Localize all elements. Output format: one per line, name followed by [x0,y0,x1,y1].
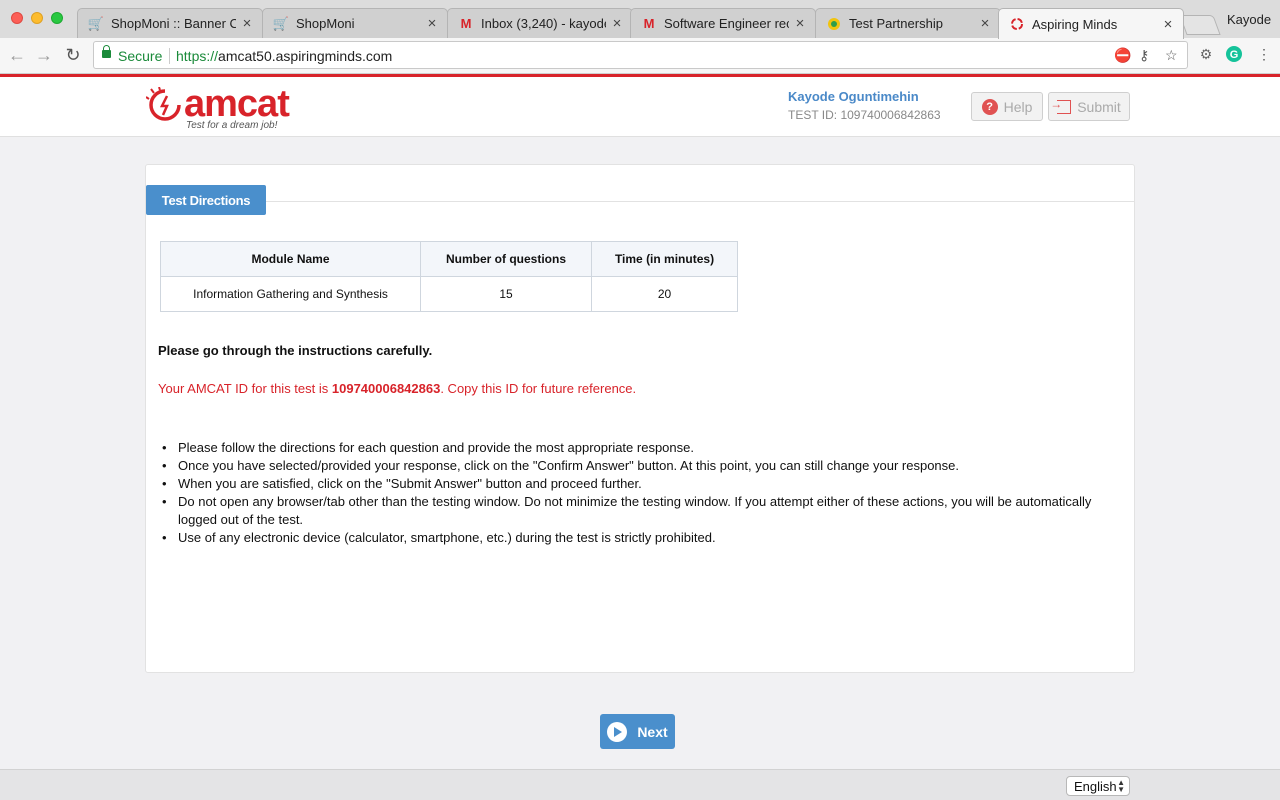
tab-title: Test Partnership [849,16,943,31]
logo-tagline: Test for a dream job! [186,120,278,131]
column-header: Time (in minutes) [591,241,738,277]
aspiring-minds-icon [1009,16,1025,32]
close-tab-icon[interactable]: × [240,15,254,32]
browser-tab[interactable]: 🛒 ShopMoni × [262,8,448,38]
amcat-logo-icon [146,87,181,121]
user-name: Kayode Oguntimehin [788,89,919,104]
browser-tab-bar: 🛒 ShopMoni :: Banner Cu × 🛒 ShopMoni × M… [0,0,1280,39]
question-count-cell: 15 [420,276,592,312]
amcat-id-prefix: Your AMCAT ID for this test is [158,381,332,396]
gmail-icon: M [460,16,472,31]
time-cell: 20 [591,276,738,312]
extension-gear-icon[interactable]: ⚙ [1197,45,1215,63]
tab-title: Inbox (3,240) - kayode [481,16,606,31]
back-arrow-icon[interactable]: ← [6,44,28,66]
test-id: TEST ID: 109740006842863 [788,108,941,122]
close-tab-icon[interactable]: × [425,15,439,32]
bookmark-star-icon[interactable]: ☆ [1165,47,1178,64]
cart-icon: 🛒 [87,15,105,31]
url-host: amcat50.aspiringminds.com [218,48,393,64]
list-item: When you are satisfied, click on the "Su… [162,475,1118,493]
column-header: Module Name [160,241,421,277]
forward-arrow-icon[interactable]: → [33,44,55,66]
tab-title: ShopMoni [296,16,355,31]
play-icon [607,721,628,742]
close-tab-icon[interactable]: × [1161,16,1175,33]
browser-tab[interactable]: 🛒 ShopMoni :: Banner Cu × [77,8,263,38]
browser-toolbar: ← → ↻ Secure https://amcat50.aspiringmin… [0,38,1280,74]
help-label: Help [1003,98,1033,115]
close-tab-icon[interactable]: × [978,15,992,32]
column-header: Number of questions [420,241,592,277]
test-directions-card: Test Directions Module Name Number of qu… [145,164,1135,673]
table-row: Information Gathering and Synthesis 15 2… [160,276,738,312]
close-window-button[interactable] [11,12,23,24]
new-tab-button[interactable] [1179,15,1221,35]
address-bar[interactable]: Secure https://amcat50.aspiringminds.com… [93,41,1188,69]
divider [169,48,170,64]
amcat-id-suffix: . Copy this ID for future reference. [440,381,637,396]
table-header-row: Module Name Number of questions Time (in… [160,241,738,277]
tab-test-directions[interactable]: Test Directions [146,185,266,215]
profile-name[interactable]: Kayode [1227,12,1271,27]
grammarly-icon[interactable]: G [1225,45,1243,63]
submit-button[interactable]: Submit [1048,92,1130,121]
browser-tab[interactable]: M Inbox (3,240) - kayode × [447,8,633,38]
submit-icon [1050,97,1072,114]
list-item: Please follow the directions for each qu… [162,439,1118,457]
browser-tab-active[interactable]: Aspiring Minds × [998,8,1184,39]
next-label: Next [637,723,668,740]
list-item: Once you have selected/provided your res… [162,457,1118,475]
url-scheme: https:// [176,48,219,64]
minimize-window-button[interactable] [31,12,43,24]
tab-title: Aspiring Minds [1032,16,1118,32]
amcat-id-notice: Your AMCAT ID for this test is 109740006… [158,381,636,396]
amcat-logo[interactable]: amcat Test for a dream job! [146,83,306,133]
page-header: amcat Test for a dream job! Kayode Ogunt… [0,77,1280,137]
partnership-icon [826,16,842,32]
list-item: Use of any electronic device (calculator… [162,529,1118,547]
gmail-icon: M [643,16,655,31]
lock-icon [102,45,111,58]
browser-tab[interactable]: Test Partnership × [815,8,1001,38]
secure-label: Secure [118,48,163,64]
module-name-cell: Information Gathering and Synthesis [160,276,421,312]
help-icon: ? [981,98,998,115]
url-text[interactable]: https://amcat50.aspiringminds.com [176,48,392,64]
blocked-popup-icon[interactable]: ⛔ [1114,47,1131,64]
maximize-window-button[interactable] [51,12,63,24]
next-button[interactable]: Next [600,714,675,749]
close-tab-icon[interactable]: × [793,15,807,32]
tab-title: Software Engineer recr [664,16,789,31]
card-header [146,165,1134,202]
tab-title: ShopMoni :: Banner Cu [111,16,236,31]
language-value: English [1074,778,1117,794]
instructions-title: Please go through the instructions caref… [158,343,433,358]
help-button[interactable]: ? Help [971,92,1043,121]
amcat-id-value: 109740006842863 [331,381,441,396]
submit-label: Submit [1077,98,1121,115]
cart-icon: 🛒 [272,15,290,31]
browser-menu-icon[interactable]: ⋮ [1255,45,1273,63]
reload-icon[interactable]: ↻ [62,44,84,66]
page-footer: English ▲ ▼ [0,769,1280,800]
module-table: Module Name Number of questions Time (in… [160,241,738,312]
key-icon[interactable]: ⚷ [1139,47,1149,64]
language-select[interactable]: English ▲ ▼ [1066,776,1130,796]
select-arrows-icon: ▲ ▼ [1117,778,1125,794]
rules-list: Please follow the directions for each qu… [162,439,1118,547]
close-tab-icon[interactable]: × [610,15,624,32]
browser-tab[interactable]: M Software Engineer recr × [630,8,816,38]
list-item: Do not open any browser/tab other than t… [162,493,1118,529]
svg-text:G: G [1230,49,1239,61]
